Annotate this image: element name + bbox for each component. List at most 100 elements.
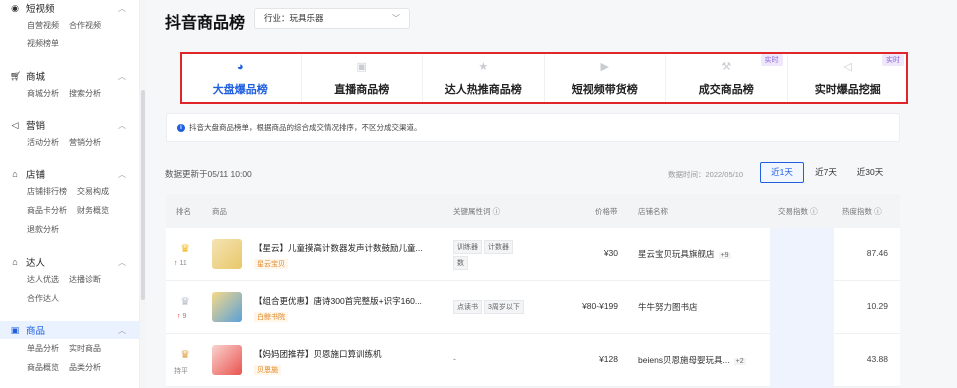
sidebar-item[interactable]: 达播诊断 [69,274,101,285]
tab-label: 实时爆品挖掘 [814,83,881,96]
rank-change-value: 9 [182,313,187,320]
sidebar-section-label: 店铺 [26,170,46,181]
sidebar-item[interactable]: 退款分析 [27,224,59,235]
sidebar-header-video[interactable]: ◉ 短视频 ︿ [0,0,139,16]
tab-label: 大盘爆品榜 [212,83,268,96]
keyword-tag: 点读书 [453,300,482,314]
rank-change: ↑ 11 [174,260,187,267]
table-header: 排名 商品 关键属性词 ⓘ 价格带 店铺名称 交易指数 ⓘ 热度指数 ⓘ [166,194,900,228]
help-icon[interactable]: ⓘ [874,207,882,216]
header-hot-label: 热度指数 [842,207,872,216]
sidebar-item[interactable]: 达人优选 [27,274,59,285]
header-keywords-label: 关键属性词 [453,207,491,216]
tab-label: 达人热推商品榜 [444,83,522,96]
product-name[interactable]: 【星云】儿童摸高计数器发声计数鼓励儿童... [254,242,434,254]
product-name[interactable]: 【妈妈团推荐】贝恩施口算训练机 [254,348,434,360]
tab-talent-hot[interactable]: ★ 达人热推商品榜 [423,52,545,104]
sidebar-header-mall[interactable]: 🛒︎ 商城 ︿ [0,68,139,84]
sidebar-section-label: 商城 [26,72,46,83]
sidebar-header-marketing[interactable]: ◁ 营销 ︿ [0,117,139,133]
rank-change-value: 11 [179,260,187,267]
sidebar-item[interactable]: 交易构成 [77,186,109,197]
box-icon: ▣ [10,325,20,335]
sidebar-item[interactable]: 财务概览 [77,205,109,216]
tab-market-hot[interactable]: ◕ 大盘爆品榜 [180,52,302,104]
sidebar-header-talent[interactable]: ⌂ 达人 ︿ [0,254,139,270]
sidebar-section-product: ▣ 商品 ︿ 单品分析 实时商品 商品概览 品类分析 [0,321,139,377]
table-row[interactable]: ♛ 持平 【妈妈团推荐】贝恩施口算训练机 贝恩施 - ¥128 beiens贝恩… [166,334,900,387]
tab-realtime-mining[interactable]: 实时 ◁ 实时爆品挖掘 [788,52,909,104]
product-thumbnail[interactable] [212,345,242,375]
chevron-down-icon: ﹀ [392,14,400,23]
sidebar-item[interactable]: 合作达人 [27,293,59,304]
chevron-up-icon[interactable]: ︿ [118,169,126,180]
ranking-tabs: ◕ 大盘爆品榜 ▣ 直播商品榜 ★ 达人热推商品榜 ▶ 短视频带货榜 实时 ⚒ … [180,52,908,104]
sidebar-section-marketing: ◁ 营销 ︿ 活动分析 营销分析 [0,117,139,152]
industry-select-value: 行业：玩具乐器 [264,13,324,23]
sidebar-section-store: ⌂ 店铺 ︿ 店铺排行榜 交易构成 商品卡分析 财务概览 退款分析 [0,166,139,239]
store-name-text: 星云宝贝玩具旗舰店 [638,249,715,259]
sidebar-item[interactable]: 商品概览 [27,362,59,373]
store-icon: ⌂ [12,169,18,179]
range-1d-button[interactable]: 近1天 [760,162,804,183]
brand-tag: 白鲸书院 [254,312,288,322]
help-icon[interactable]: ⓘ [493,207,501,216]
range-7d-button[interactable]: 近7天 [804,162,848,183]
sidebar-item[interactable]: 视频榜单 [27,38,59,49]
sidebar-item[interactable]: 商城分析 [27,88,59,99]
sidebar-item[interactable]: 合作视频 [69,20,101,31]
store-name[interactable]: 星云宝贝玩具旗舰店 +9 [638,248,731,260]
header-rank: 排名 [176,207,191,216]
table-row[interactable]: ♛ ↑ 9 【组合更优惠】唐诗300首完整版+识字160... 白鲸书院 点读书… [166,281,900,334]
table-row[interactable]: ♛ ↑ 11 【星云】儿童摸高计数器发声计数鼓励儿童... 星云宝贝 训练器 计… [166,228,900,281]
sidebar-item[interactable]: 店铺排行榜 [27,186,67,197]
tab-label: 短视频带货榜 [571,83,638,96]
sidebar-section-talent: ⌂ 达人 ︿ 达人优选 达播诊断 合作达人 [0,254,139,308]
update-time: 数据更新于05/11 10:00 [165,169,252,179]
sidebar-header-store[interactable]: ⌂ 店铺 ︿ [0,166,139,182]
store-name[interactable]: beiens贝恩施母婴玩具... +2 [638,354,746,366]
sidebar-item[interactable]: 品类分析 [69,362,101,373]
scrollbar-thumb[interactable] [141,90,145,300]
header-store: 店铺名称 [638,207,668,216]
sidebar-item[interactable]: 营销分析 [69,137,101,148]
keyword-tag: 训练器 [453,240,482,254]
play-circle-icon: ◉ [11,3,19,13]
keyword-tags: 点读书 3周岁以下 [453,300,543,314]
sidebar-section-label: 商品 [26,326,46,337]
product-thumbnail[interactable] [212,239,242,269]
store-name[interactable]: 牛牛努力图书店 [638,301,698,313]
help-icon[interactable]: ⓘ [810,207,818,216]
pie-chart-icon: ◕ [236,60,244,73]
product-name[interactable]: 【组合更优惠】唐诗300首完整版+识字160... [254,295,434,307]
sidebar-item[interactable]: 搜索分析 [69,88,101,99]
sidebar-item[interactable]: 商品卡分析 [27,205,67,216]
header-deal-label: 交易指数 [778,207,808,216]
keyword-tag: 计数器 [484,240,513,254]
sidebar-item[interactable]: 活动分析 [27,137,59,148]
chevron-up-icon[interactable]: ︿ [118,257,126,268]
range-30d-button[interactable]: 近30天 [848,162,892,183]
keyword-tags: 训练器 计数器 数 [453,240,527,270]
play-icon: ▶ [600,60,609,73]
chevron-up-icon[interactable]: ︿ [118,120,126,131]
chevron-up-icon[interactable]: ︿ [118,71,126,82]
data-time: 数据时间：2022/05/10 [668,170,744,179]
arrow-up-icon: ↑ [177,313,181,320]
industry-select[interactable]: 行业：玩具乐器 ﹀ [254,8,410,29]
price: ¥30 [603,248,618,258]
tab-deal[interactable]: 实时 ⚒ 成交商品榜 [666,52,788,104]
tab-short-video[interactable]: ▶ 短视频带货榜 [545,52,666,104]
sidebar-item[interactable]: 单品分析 [27,343,59,354]
chevron-up-icon[interactable]: ︿ [118,3,126,14]
tab-live[interactable]: ▣ 直播商品榜 [302,52,423,104]
product-thumbnail[interactable] [212,292,242,322]
sidebar-item[interactable]: 实时商品 [69,343,101,354]
brand-tag: 贝恩施 [254,365,281,375]
sidebar-item[interactable]: 自营视频 [27,20,59,31]
deal-index: 96.29 [800,301,822,311]
sidebar-header-product[interactable]: ▣ 商品 ︿ [0,321,139,339]
store-count: +9 [718,252,731,259]
chevron-up-icon[interactable]: ︿ [118,325,126,336]
notice-text: 抖音大盘商品榜单，根据商品的综合成交情况排序，不区分成交渠道。 [189,123,422,132]
